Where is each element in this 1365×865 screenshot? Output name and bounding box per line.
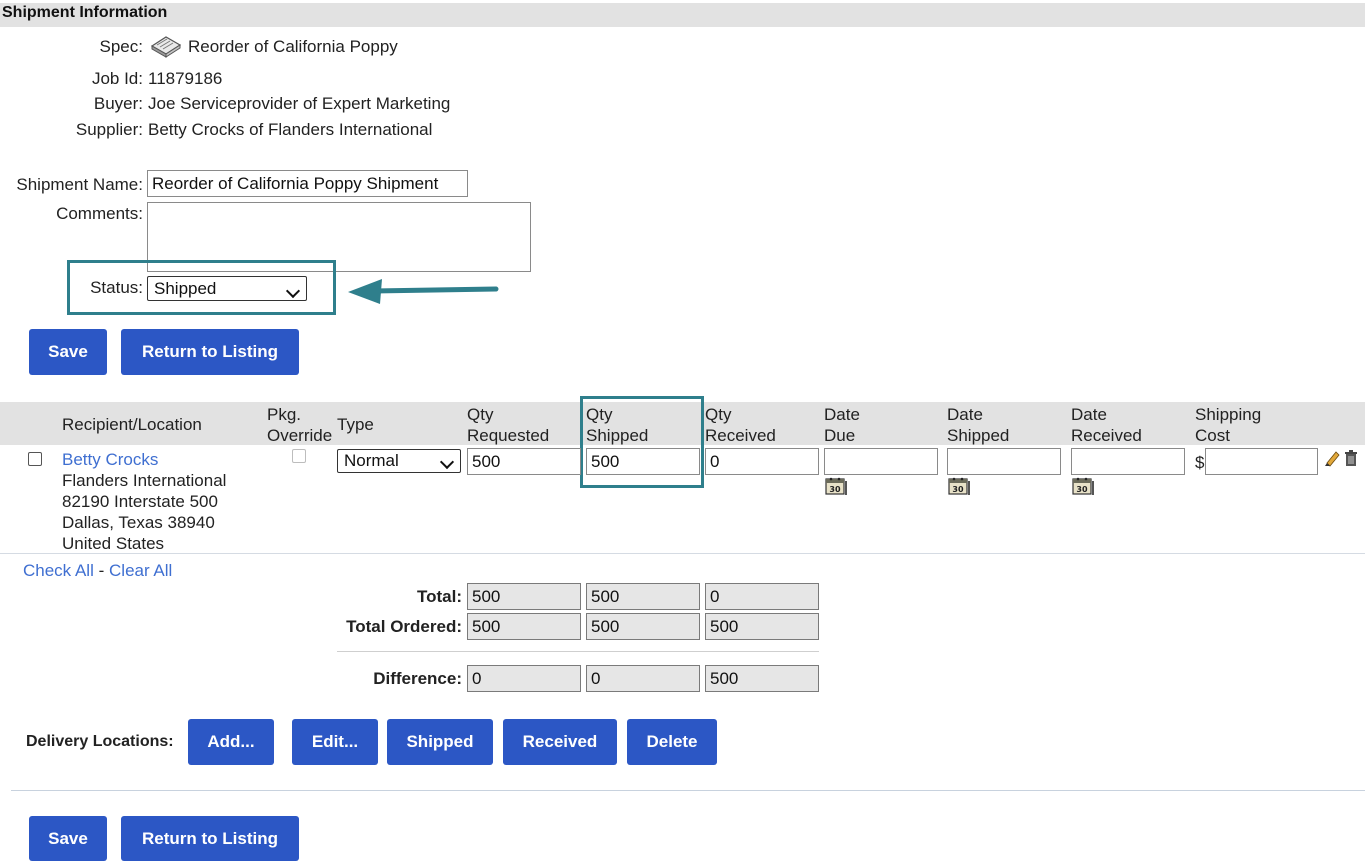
total-ordered-label: Total Ordered:: [346, 617, 462, 636]
header-shipping-cost-2: Cost: [1195, 426, 1230, 445]
calendar-icon[interactable]: 30: [948, 476, 970, 496]
shipment-name-input[interactable]: [147, 170, 468, 197]
calendar-icon[interactable]: 30: [825, 476, 847, 496]
qty-shipped-input[interactable]: [586, 448, 700, 475]
header-qty-requested-1: Qty: [467, 405, 494, 424]
type-select[interactable]: Normal: [337, 449, 461, 473]
supplier-label: Supplier:: [75, 120, 143, 139]
address-line-2: 82190 Interstate 500: [62, 492, 218, 511]
delivery-locations-label: Delivery Locations:: [26, 733, 174, 750]
clear-all-link[interactable]: Clear All: [109, 561, 172, 580]
difference-requested: [467, 665, 581, 692]
total-label: Total:: [416, 587, 462, 606]
pencil-icon[interactable]: [1324, 449, 1340, 467]
shipped-button[interactable]: Shipped: [387, 719, 493, 765]
status-select[interactable]: Shipped: [147, 276, 307, 301]
job-id-label: Job Id:: [91, 69, 143, 88]
header-date-due-2: Due: [824, 426, 856, 445]
svg-text:30: 30: [1076, 485, 1088, 494]
header-shipping-cost-1: Shipping: [1195, 405, 1262, 424]
shipping-cost-input[interactable]: [1205, 448, 1318, 475]
address-line-1: Flanders International: [62, 471, 227, 490]
edit-button[interactable]: Edit...: [292, 719, 378, 765]
total-ordered-shipped: [586, 613, 700, 640]
header-qty-requested-2: Requested: [467, 426, 550, 445]
totals-divider: [337, 651, 819, 652]
row-checkbox[interactable]: [28, 452, 42, 466]
row-divider: [0, 553, 1365, 554]
date-received-input[interactable]: [1071, 448, 1185, 475]
difference-received: [705, 665, 819, 692]
check-all-link[interactable]: Check All: [23, 561, 94, 580]
chevron-down-icon: [439, 454, 455, 470]
save-button[interactable]: Save: [29, 329, 107, 375]
header-type: Type: [337, 415, 374, 434]
section-header: [0, 3, 1365, 27]
total-qty-received: [705, 583, 819, 610]
currency-symbol: $: [1195, 453, 1205, 472]
header-pkg-override-2: Override: [267, 426, 333, 445]
header-date-received-2: Received: [1071, 426, 1142, 445]
date-shipped-input[interactable]: [947, 448, 1061, 475]
calendar-icon[interactable]: 30: [1072, 476, 1094, 496]
pkg-override-checkbox[interactable]: [292, 449, 306, 463]
header-date-due-1: Date: [824, 405, 860, 424]
header-recipient: Recipient/Location: [62, 415, 202, 434]
spec-value: Reorder of California Poppy: [188, 37, 398, 56]
total-qty-requested: [467, 583, 581, 610]
address-line-4: United States: [62, 534, 165, 553]
type-select-value: Normal: [344, 451, 399, 470]
selection-separator: -: [98, 561, 105, 580]
return-to-listing-button[interactable]: Return to Listing: [121, 329, 299, 375]
return-to-listing-button-bottom[interactable]: Return to Listing: [121, 816, 299, 861]
status-label: Status:: [90, 278, 143, 297]
spec-icon: [150, 36, 182, 58]
save-button-bottom[interactable]: Save: [29, 816, 107, 861]
header-date-shipped-1: Date: [947, 405, 983, 424]
add-button[interactable]: Add...: [188, 719, 274, 765]
chevron-down-icon: [285, 283, 301, 299]
difference-label: Difference:: [373, 669, 462, 688]
job-id-value: 11879186: [148, 69, 223, 88]
section-title: Shipment Information: [2, 4, 168, 21]
header-date-shipped-2: Shipped: [947, 426, 1010, 445]
total-ordered-requested: [467, 613, 581, 640]
status-select-value: Shipped: [154, 279, 217, 298]
qty-received-input[interactable]: [705, 448, 819, 475]
header-pkg-override-1: Pkg.: [267, 405, 302, 424]
trash-icon[interactable]: [1343, 449, 1359, 467]
date-due-input[interactable]: [824, 448, 938, 475]
received-button[interactable]: Received: [503, 719, 617, 765]
recipient-link[interactable]: Betty Crocks: [62, 450, 158, 470]
svg-text:30: 30: [829, 485, 841, 494]
header-qty-received-2: Received: [705, 426, 776, 445]
shipment-name-label: Shipment Name:: [16, 175, 143, 194]
total-qty-shipped: [586, 583, 700, 610]
buyer-value: Joe Serviceprovider of Expert Marketing: [148, 94, 451, 113]
selection-links: Check All - Clear All: [23, 561, 172, 581]
address-line-3: Dallas, Texas 38940: [62, 513, 215, 532]
arrow-left-icon: [348, 279, 499, 304]
spec-label: Spec:: [99, 37, 143, 56]
comments-label: Comments:: [56, 204, 143, 223]
header-date-received-1: Date: [1071, 405, 1107, 424]
footer-divider: [11, 790, 1365, 791]
svg-text:30: 30: [952, 485, 964, 494]
total-ordered-received: [705, 613, 819, 640]
qty-requested-input[interactable]: [467, 448, 581, 475]
delete-button[interactable]: Delete: [627, 719, 717, 765]
supplier-value: Betty Crocks of Flanders International: [148, 120, 433, 139]
buyer-label: Buyer:: [93, 94, 143, 113]
difference-shipped: [586, 665, 700, 692]
header-qty-received-1: Qty: [705, 405, 732, 424]
